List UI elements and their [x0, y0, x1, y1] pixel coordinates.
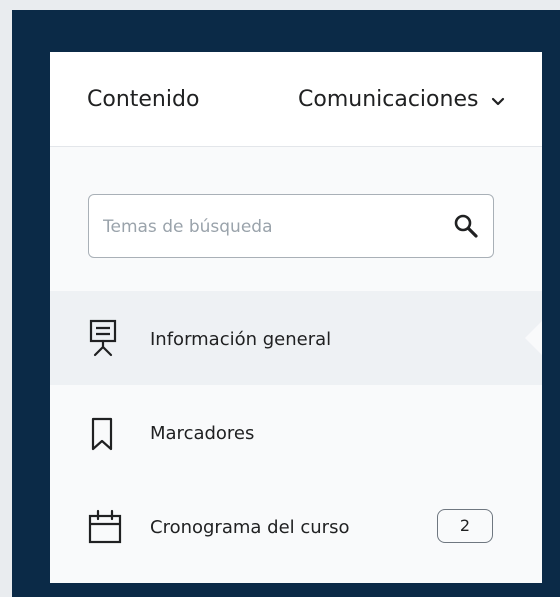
- chevron-down-icon: [491, 88, 505, 113]
- search-input[interactable]: [101, 210, 425, 244]
- sidebar-item-cronograma[interactable]: Cronograma del curso 2: [50, 479, 542, 573]
- nav-contenido[interactable]: Contenido: [87, 87, 199, 112]
- navigation-panel: Contenido Comunicaciones Temas de búsque…: [50, 52, 542, 583]
- sidebar-item-label: Marcadores: [150, 423, 255, 444]
- nav-contenido-label: Contenido: [87, 87, 200, 112]
- active-indicator: [525, 320, 542, 356]
- sidebar-item-informacion-general[interactable]: Información general: [50, 291, 542, 385]
- count-badge: 2: [437, 509, 493, 543]
- sidebar-item-label: Cronograma del curso: [150, 517, 350, 538]
- calendar-icon: [88, 509, 122, 544]
- search-box: [88, 194, 494, 258]
- top-navigation: Contenido Comunicaciones: [50, 52, 542, 147]
- nav-comunicaciones-label: Comunicaciones: [298, 87, 479, 112]
- search-icon[interactable]: [453, 213, 479, 239]
- content-frame: Contenido Comunicaciones Temas de búsque…: [12, 10, 560, 597]
- bookmark-icon: [88, 417, 118, 451]
- sidebar-item-label: Información general: [150, 329, 332, 350]
- sidebar-item-marcadores[interactable]: Marcadores: [50, 385, 542, 479]
- nav-comunicaciones[interactable]: Comunicaciones: [298, 87, 505, 113]
- presentation-icon: [88, 319, 118, 357]
